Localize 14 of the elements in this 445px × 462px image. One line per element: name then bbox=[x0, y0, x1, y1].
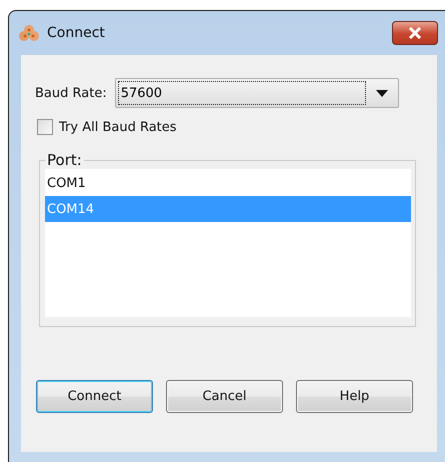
caret-icon bbox=[376, 90, 388, 96]
dialog-button[interactable]: Help bbox=[296, 380, 413, 413]
dialog-button[interactable]: Cancel bbox=[166, 380, 283, 413]
app-icon bbox=[19, 24, 39, 42]
close-button[interactable] bbox=[392, 21, 438, 45]
list-item[interactable]: COM1 bbox=[45, 170, 411, 196]
baud-rate-dropdown[interactable]: 57600 bbox=[114, 78, 399, 108]
close-icon bbox=[408, 27, 422, 39]
window-title: Connect bbox=[47, 25, 105, 41]
group-legend: Port: bbox=[45, 151, 84, 169]
checkbox[interactable] bbox=[37, 119, 53, 135]
dialog-button[interactable]: Connect bbox=[36, 380, 153, 413]
baud-rate-label: Baud Rate: bbox=[35, 86, 107, 100]
checkbox-label: Try All Baud Rates bbox=[59, 120, 177, 134]
